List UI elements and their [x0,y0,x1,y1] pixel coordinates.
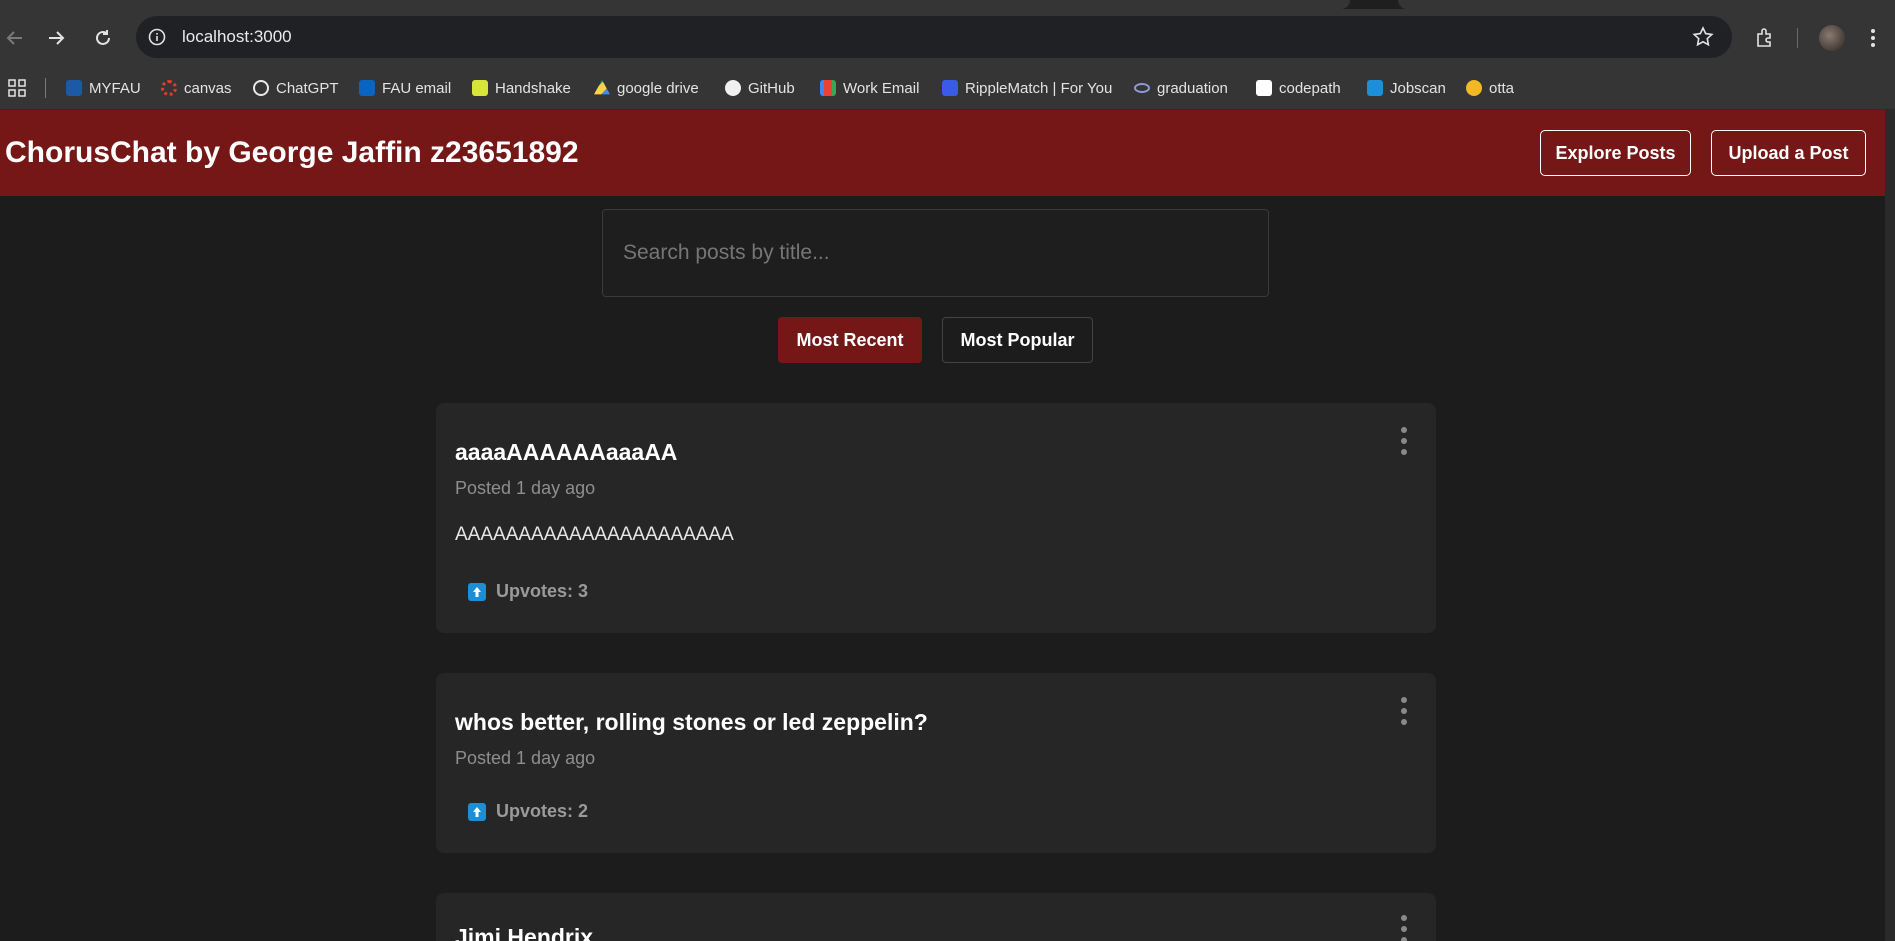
bookmark-google-drive[interactable]: google drive [594,76,699,100]
browser-tab[interactable] [0,0,1350,9]
search-input[interactable] [602,209,1269,297]
bookmark-label: graduation [1157,79,1228,97]
bookmark-codepath[interactable]: codepath [1256,76,1341,100]
bookmark-canvas[interactable]: canvas [161,76,232,100]
github-icon [725,80,741,96]
back-icon[interactable] [2,25,28,51]
upvote-arrow-icon [468,802,486,821]
post-options-icon[interactable] [1398,915,1410,941]
bookmark-label: MYFAU [89,79,141,97]
app-title[interactable]: ChorusChat by George Jaffin z23651892 [5,136,579,170]
browser-menu-icon[interactable] [1866,25,1880,51]
page-scrollbar[interactable] [1885,110,1895,941]
upload-post-button[interactable]: Upload a Post [1711,130,1866,176]
bookmark-label: Work Email [843,79,920,97]
post-card[interactable]: whos better, rolling stones or led zeppe… [436,673,1436,853]
bookmark-graduation[interactable]: graduation [1134,76,1228,100]
gmail-icon [820,80,836,96]
post-timestamp: Posted 1 day ago [455,478,596,498]
outlook-icon [359,80,375,96]
jobscan-icon [1367,80,1383,96]
bookmark-label: google drive [617,79,699,97]
upvote-label: Upvotes: 2 [496,801,589,821]
most-recent-button[interactable]: Most Recent [778,317,922,363]
reload-icon[interactable] [90,25,116,51]
otta-icon [1466,80,1482,96]
post-options-icon[interactable] [1398,427,1410,455]
bookmark-github[interactable]: GitHub [725,76,795,100]
forward-icon[interactable] [43,25,69,51]
bookmark-ripplematch[interactable]: RippleMatch | For You [942,76,1112,100]
bookmark-jobscan[interactable]: Jobscan [1367,76,1446,100]
upvote-count[interactable]: Upvotes: 3 [468,581,588,602]
graduation-icon [1134,83,1150,93]
canvas-icon [161,80,177,96]
bookmarks-bar: MYFAU canvas ChatGPT FAU email Handshake… [0,67,1895,110]
extensions-icon[interactable] [1752,25,1778,51]
bookmark-label: GitHub [748,79,795,97]
codepath-icon [1256,80,1272,96]
google-drive-icon [594,80,610,95]
bookmark-work-email[interactable]: Work Email [820,76,919,100]
upvote-count[interactable]: Upvotes: 2 [468,801,588,822]
bookmarks-divider [45,78,46,98]
bookmark-myfau[interactable]: MYFAU [66,76,141,100]
upvote-arrow-icon [468,582,486,601]
post-card[interactable]: aaaaAAAAAAaaaAA Posted 1 day ago AAAAAAA… [436,403,1436,633]
apps-grid-icon[interactable] [8,79,26,97]
bookmark-label: Jobscan [1390,79,1446,97]
post-timestamp: Posted 1 day ago [455,748,596,768]
browser-tab[interactable] [1398,0,1895,9]
myfau-icon [66,80,82,96]
bookmark-label: canvas [184,79,232,97]
post-options-icon[interactable] [1398,697,1410,725]
bookmark-label: FAU email [382,79,452,97]
url-text[interactable]: localhost:3000 [182,27,292,47]
address-bar[interactable]: localhost:3000 [136,16,1732,58]
post-body: AAAAAAAAAAAAAAAAAAAAAA [455,524,734,545]
bookmark-chatgpt[interactable]: ChatGPT [253,76,339,100]
ripplematch-icon [942,80,958,96]
bookmark-otta[interactable]: otta [1466,76,1514,100]
bookmark-label: codepath [1279,79,1341,97]
post-title[interactable]: whos better, rolling stones or led zeppe… [455,709,928,736]
chatgpt-icon [253,80,269,96]
post-card[interactable]: Jimi Hendrix [436,893,1436,941]
post-title[interactable]: Jimi Hendrix [455,924,593,941]
explore-posts-button[interactable]: Explore Posts [1540,130,1691,176]
bookmark-label: otta [1489,79,1515,97]
bookmark-label: RippleMatch | For You [965,79,1113,97]
bookmark-star-icon[interactable] [1692,26,1714,48]
site-info-icon[interactable] [148,28,166,46]
tab-strip [0,0,1895,9]
most-popular-button[interactable]: Most Popular [942,317,1093,363]
bookmark-fau-email[interactable]: FAU email [359,76,451,100]
browser-toolbar: localhost:3000 [0,9,1895,67]
profile-avatar[interactable] [1818,25,1846,51]
bookmark-handshake[interactable]: Handshake [472,76,571,100]
upvote-label: Upvotes: 3 [496,581,589,601]
post-title[interactable]: aaaaAAAAAAaaaAA [455,439,677,466]
handshake-icon [472,80,488,96]
app-header: ChorusChat by George Jaffin z23651892 Ex… [0,110,1885,196]
bookmark-label: ChatGPT [276,79,339,97]
bookmark-label: Handshake [495,79,571,97]
toolbar-divider [1796,25,1798,51]
